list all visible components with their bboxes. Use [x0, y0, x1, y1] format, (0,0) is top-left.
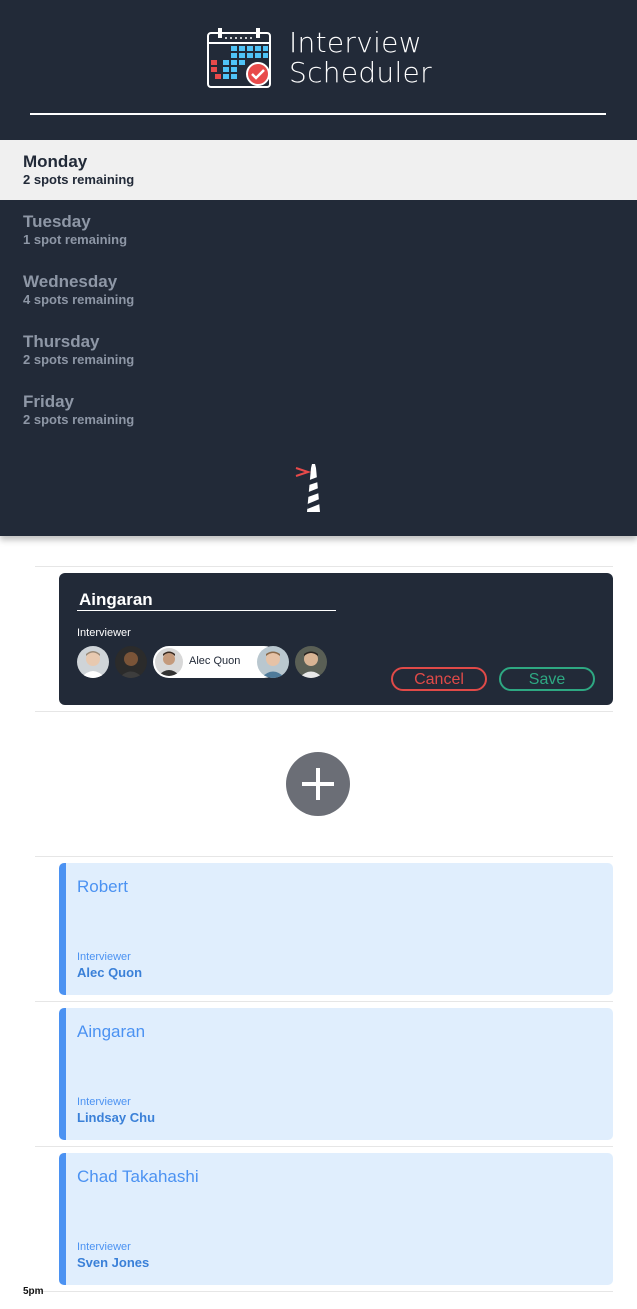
interviewer-avatar: [155, 648, 183, 676]
slot-divider: [35, 711, 613, 712]
day-spots: 1 spot remaining: [23, 232, 128, 247]
cancel-button[interactable]: Cancel: [391, 667, 487, 691]
calendar-check-icon: [207, 28, 271, 88]
day-item-thursday[interactable]: Thursday 2 spots remaining: [0, 320, 637, 380]
interviewer-avatar[interactable]: [295, 646, 327, 678]
appointment-interviewer: Sven Jones: [77, 1255, 150, 1270]
day-list: Monday 2 spots remaining Tuesday 1 spot …: [0, 140, 637, 440]
appointment-student: Robert: [77, 877, 129, 896]
slot-divider: [35, 1146, 613, 1147]
interviewer-name: Alec Quon: [189, 655, 241, 667]
appointment-interviewer-label: Interviewer: [77, 1096, 131, 1108]
slot-divider: [35, 856, 613, 857]
day-spots: 2 spots remaining: [23, 352, 135, 367]
day-name: Thursday: [23, 332, 100, 351]
appointment-card[interactable]: Chad Takahashi Interviewer Sven Jones: [59, 1153, 613, 1285]
day-item-wednesday[interactable]: Wednesday 4 spots remaining: [0, 260, 637, 320]
time-label: 5pm: [23, 1286, 44, 1297]
appointment-student: Aingaran: [77, 1022, 146, 1041]
interviewer-avatar[interactable]: [77, 646, 109, 678]
appointment-card[interactable]: Robert Interviewer Alec Quon: [59, 863, 613, 995]
day-name: Wednesday: [23, 272, 118, 291]
app-title: Interview Scheduler: [289, 28, 432, 88]
app-title-line1: Interview: [289, 26, 422, 59]
appointment-interviewer-label: Interviewer: [77, 1241, 131, 1253]
slot-divider: [35, 1001, 613, 1002]
add-appointment-button[interactable]: [286, 752, 350, 816]
interviewer-avatar[interactable]: [115, 646, 147, 678]
day-item-friday[interactable]: Friday 2 spots remaining: [0, 380, 637, 440]
slot-divider: [35, 566, 613, 567]
appointment-form: Interviewer Alec Quon Cancel Save: [59, 573, 613, 705]
app-brand: Interview Scheduler: [207, 28, 447, 90]
appointment-interviewer: Lindsay Chu: [77, 1110, 156, 1125]
sidebar-panel: Interview Scheduler Monday 2 spots remai…: [0, 0, 637, 536]
day-item-monday[interactable]: Monday 2 spots remaining: [0, 140, 637, 200]
save-button[interactable]: Save: [499, 667, 595, 691]
slot-divider: [35, 1291, 613, 1292]
student-name-input[interactable]: [77, 589, 336, 611]
day-name: Friday: [23, 392, 75, 411]
appointment-interviewer: Alec Quon: [77, 965, 143, 980]
appointment-student: Chad Takahashi: [77, 1167, 199, 1186]
interviewer-avatar[interactable]: [257, 646, 289, 678]
day-name: Monday: [23, 152, 88, 171]
day-spots: 2 spots remaining: [23, 412, 135, 427]
day-name: Tuesday: [23, 212, 91, 231]
plus-icon-stroke: [316, 768, 320, 800]
appointment-card[interactable]: Aingaran Interviewer Lindsay Chu: [59, 1008, 613, 1140]
day-item-tuesday[interactable]: Tuesday 1 spot remaining: [0, 200, 637, 260]
app-title-line2: Scheduler: [289, 56, 432, 89]
appointment-interviewer-label: Interviewer: [77, 951, 131, 963]
day-spots: 4 spots remaining: [23, 292, 135, 307]
header-divider: [30, 113, 606, 115]
day-spots: 2 spots remaining: [23, 172, 135, 187]
interviewer-label: Interviewer: [77, 627, 131, 639]
lighthouse-icon: [295, 464, 320, 512]
